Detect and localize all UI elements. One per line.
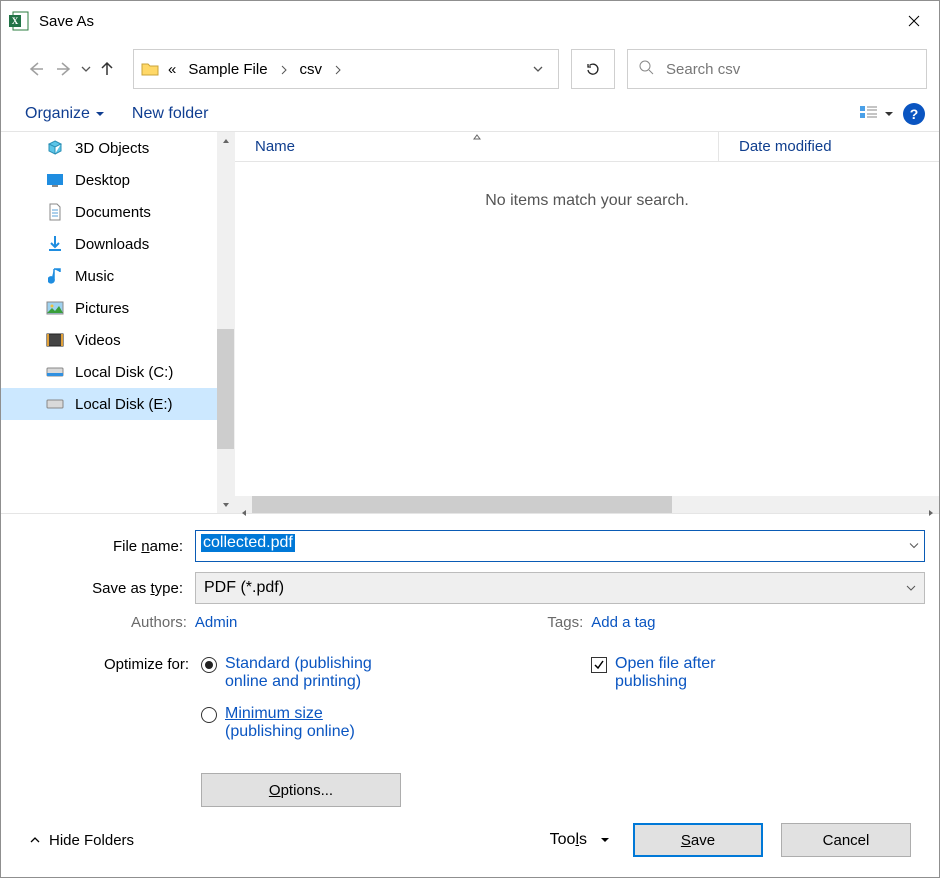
search-icon <box>638 59 654 79</box>
new-folder-button[interactable]: New folder <box>132 105 208 123</box>
pictures-icon <box>45 298 65 318</box>
scroll-thumb[interactable] <box>217 329 234 449</box>
column-date[interactable]: Date modified <box>719 132 939 161</box>
chevron-up-icon <box>29 834 41 846</box>
address-bar[interactable]: « Sample File csv <box>133 49 559 89</box>
excel-icon: X <box>7 9 31 33</box>
column-name[interactable]: Name <box>235 132 719 161</box>
radio-icon <box>201 707 217 723</box>
close-button[interactable] <box>891 1 937 41</box>
chevron-down-icon <box>885 110 893 118</box>
search-input[interactable] <box>664 60 916 79</box>
organize-button[interactable]: Organize <box>25 105 104 123</box>
chevron-down-icon <box>601 836 609 844</box>
view-mode-button[interactable] <box>859 105 893 123</box>
address-history-button[interactable] <box>524 64 552 74</box>
authors-label: Authors: <box>131 614 187 631</box>
drive-icon <box>45 362 65 382</box>
authors-value[interactable]: Admin <box>195 614 238 631</box>
filename-history-button[interactable] <box>909 538 919 555</box>
breadcrumb-prefix: « <box>162 50 182 88</box>
save-type-dropdown[interactable]: PDF (*.pdf) <box>195 572 925 604</box>
desktop-icon <box>45 170 65 190</box>
forward-button[interactable] <box>51 55 79 83</box>
horizontal-scrollbar[interactable] <box>235 496 939 513</box>
refresh-button[interactable] <box>571 49 615 89</box>
nav-documents[interactable]: Documents <box>1 196 234 228</box>
back-button[interactable] <box>21 55 49 83</box>
save-as-dialog: X Save As « <box>0 0 940 878</box>
nav-downloads[interactable]: Downloads <box>1 228 234 260</box>
filename-label: File name: <box>15 538 195 555</box>
sort-asc-icon <box>472 128 482 145</box>
save-button[interactable]: Save <box>633 823 763 857</box>
breadcrumb-current[interactable]: csv <box>294 50 329 88</box>
toolbar: Organize New folder ? <box>1 101 939 131</box>
nav-local-disk-c[interactable]: Local Disk (C:) <box>1 356 234 388</box>
nav-local-disk-e[interactable]: Local Disk (E:) <box>1 388 234 420</box>
optimize-standard-radio[interactable]: Standard (publishing online and printing… <box>201 655 401 691</box>
nav-videos[interactable]: Videos <box>1 324 234 356</box>
open-after-publishing-checkbox[interactable]: Open file after publishing <box>591 655 716 691</box>
checkbox-icon <box>591 657 607 673</box>
tags-value[interactable]: Add a tag <box>591 614 655 631</box>
nav-row: « Sample File csv <box>1 41 939 101</box>
nav-pane: 3D Objects Desktop Documents Downloads M… <box>1 132 235 513</box>
drive-icon <box>45 394 65 414</box>
breadcrumb-parent[interactable]: Sample File <box>182 50 273 88</box>
options-button[interactable]: Options... <box>201 773 401 807</box>
nav-music[interactable]: Music <box>1 260 234 292</box>
document-icon <box>45 202 65 222</box>
scroll-thumb[interactable] <box>252 496 672 513</box>
nav-arrows <box>13 55 121 83</box>
tools-button[interactable]: Tools <box>550 831 609 849</box>
svg-text:X: X <box>12 16 19 26</box>
titlebar: X Save As <box>1 1 939 41</box>
recent-locations-button[interactable] <box>81 64 91 74</box>
scroll-right-icon[interactable] <box>922 496 939 530</box>
chevron-down-icon <box>906 583 916 593</box>
help-button[interactable]: ? <box>903 103 925 125</box>
file-list: Name Date modified No items match your s… <box>235 132 939 513</box>
music-icon <box>45 266 65 286</box>
videos-icon <box>45 330 65 350</box>
filename-input[interactable] <box>195 530 925 562</box>
optimize-minimum-radio[interactable]: Minimum size (publishing online) <box>201 705 401 741</box>
radio-icon <box>201 657 217 673</box>
download-icon <box>45 234 65 254</box>
cancel-button[interactable]: Cancel <box>781 823 911 857</box>
search-box[interactable] <box>627 49 927 89</box>
folder-icon <box>140 59 162 79</box>
scroll-down-icon[interactable] <box>217 496 234 513</box>
column-headers: Name Date modified <box>235 132 939 162</box>
window-title: Save As <box>39 13 94 30</box>
up-button[interactable] <box>93 55 121 83</box>
breadcrumb-sep-icon <box>274 50 294 88</box>
scroll-up-icon[interactable] <box>217 132 234 149</box>
nav-pictures[interactable]: Pictures <box>1 292 234 324</box>
nav-scrollbar[interactable] <box>217 132 234 513</box>
save-type-label: Save as type: <box>15 580 195 597</box>
tags-label: Tags: <box>547 614 583 631</box>
optimize-label: Optimize for: <box>51 655 201 807</box>
scroll-left-icon[interactable] <box>235 496 252 530</box>
nav-3d-objects[interactable]: 3D Objects <box>1 132 234 164</box>
breadcrumb-sep-icon <box>328 50 348 88</box>
cube-icon <box>45 138 65 158</box>
form-area: File name: collected.pdf Save as type: P… <box>1 513 939 877</box>
empty-message: No items match your search. <box>235 162 939 496</box>
hide-folders-button[interactable]: Hide Folders <box>29 832 134 849</box>
nav-desktop[interactable]: Desktop <box>1 164 234 196</box>
